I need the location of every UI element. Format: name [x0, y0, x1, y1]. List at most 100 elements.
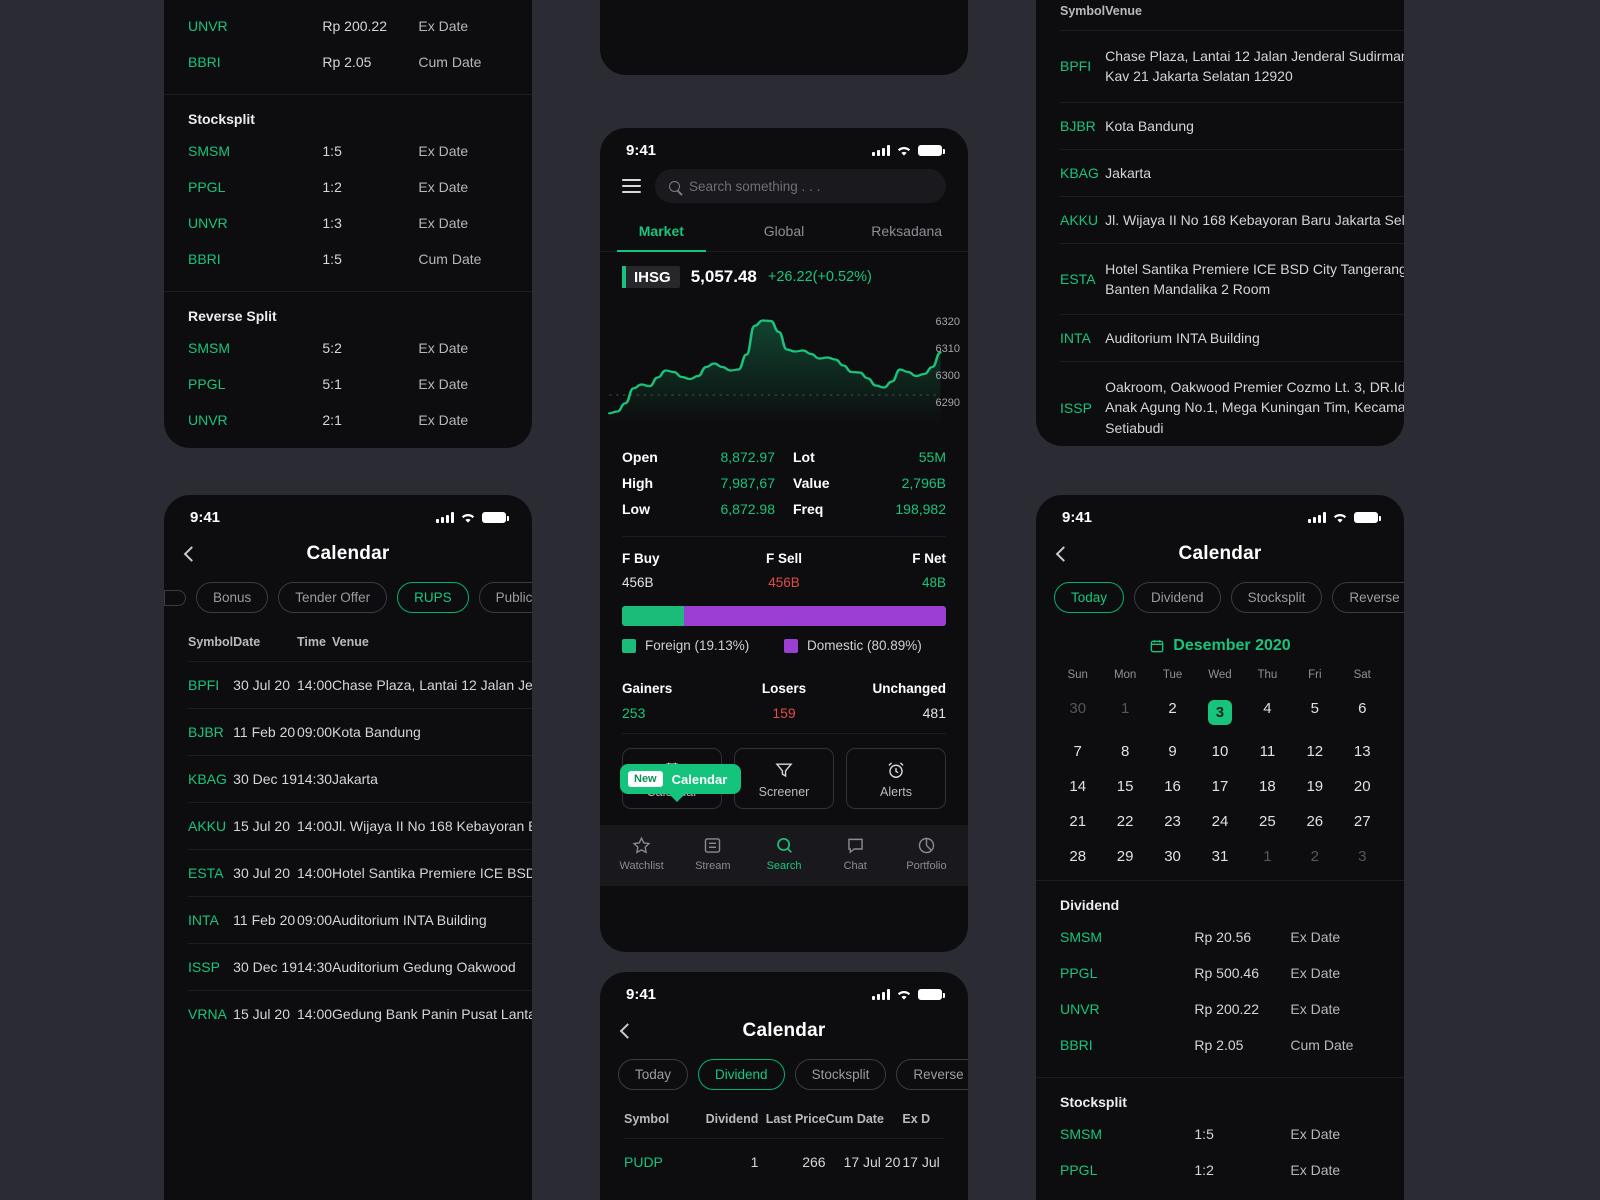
table-row[interactable]: ESTA 30 Jul 20 14:00 Hotel Santika Premiere… [188, 849, 532, 897]
list-item[interactable]: UNVR Rp 200.22 Ex Date [188, 8, 508, 44]
day-cell-selected[interactable]: 3 [1196, 691, 1243, 734]
table-row[interactable]: INTA 11 Feb 20 09:00 Auditorium INTA Buildi… [188, 896, 532, 944]
filter-chip-strip[interactable]: Today Dividend Stocksplit Reverse Split … [1036, 576, 1404, 627]
table-row[interactable]: BJBR Kota Bandung [1060, 101, 1404, 150]
day-cell[interactable]: 3 [1339, 839, 1386, 874]
search-input[interactable]: Search something . . . [655, 169, 946, 203]
table-row[interactable]: ISSP Oakroom, Oakwood Premier Cozmo Lt. 3… [1060, 361, 1404, 446]
chip-partial-left[interactable] [164, 589, 186, 606]
table-row[interactable]: KBAG Jakarta [1060, 148, 1404, 197]
table-row[interactable]: BJBR 11 Feb 20 09:00 Kota Bandung [188, 708, 532, 756]
chip-public-expose[interactable]: Public Expose [478, 582, 532, 613]
list-item[interactable]: PPGL 1:2 Ex Date [1060, 1152, 1380, 1188]
table-row[interactable]: INTA Auditorium INTA Building [1060, 314, 1404, 362]
tab-market[interactable]: Market [600, 213, 723, 252]
chip-rups[interactable]: RUPS [397, 582, 469, 613]
day-cell[interactable]: 17 [1196, 769, 1243, 804]
chip-today[interactable]: Today [618, 1059, 689, 1090]
day-cell[interactable]: 11 [1244, 734, 1291, 769]
table-row[interactable]: VRNA 15 Jul 20 14:00 Gedung Bank Panin Pusa… [188, 990, 532, 1037]
table-row[interactable]: AKKU Jl. Wijaya II No 168 Kebayoran Baru … [1060, 195, 1404, 244]
day-cell[interactable]: 22 [1101, 804, 1148, 839]
tabbar-watchlist[interactable]: Watchlist [606, 835, 677, 872]
chip-stocksplit[interactable]: Stocksplit [1230, 582, 1323, 613]
quick-action-alerts[interactable]: Alerts [846, 748, 946, 809]
list-item[interactable]: SMSM 5:2 Ex Date [188, 330, 508, 366]
chip-tender-offer[interactable]: Tender Offer [278, 582, 388, 613]
day-cell[interactable]: 14 [1054, 769, 1101, 804]
list-item[interactable]: UNVR1:3Ex Date [188, 205, 508, 241]
table-row[interactable]: BPFI 30 Jul 20 14:00 Chase Plaza, Lantai 12… [188, 661, 532, 709]
day-cell[interactable]: 2 [1149, 691, 1196, 734]
list-item[interactable]: PPGL Rp 500.46 Ex Date [1060, 955, 1380, 991]
list-item[interactable]: SMSM Rp 20.56 Ex Date [1060, 919, 1380, 955]
day-cell[interactable]: 23 [1149, 804, 1196, 839]
tab-global[interactable]: Global [723, 213, 846, 251]
day-cell[interactable]: 7 [1054, 734, 1101, 769]
chip-bonus[interactable]: Bonus [196, 582, 269, 613]
list-item[interactable]: PPGL 5:1 Ex Date [188, 366, 508, 402]
table-row[interactable]: KBAG 30 Dec 19 14:30 Jakarta [188, 755, 532, 803]
day-cell[interactable]: 1 [1244, 839, 1291, 874]
day-cell[interactable]: 5 [1291, 691, 1338, 734]
list-item[interactable]: BBRI Rp 2.05 Cum Date [188, 44, 508, 80]
tabbar-chat[interactable]: Chat [820, 835, 891, 872]
day-cell[interactable]: 25 [1244, 804, 1291, 839]
day-cell[interactable]: 12 [1291, 734, 1338, 769]
hamburger-menu-icon[interactable] [622, 179, 641, 193]
day-cell[interactable]: 18 [1244, 769, 1291, 804]
list-item[interactable]: UNVR Rp 200.22 Ex Date [1060, 991, 1380, 1027]
day-cell[interactable]: 29 [1101, 839, 1148, 874]
day-cell[interactable]: 19 [1291, 769, 1338, 804]
list-item[interactable]: UNVR 2:1 Ex Date [188, 402, 508, 438]
list-item[interactable]: BBRI5:1Cum Date [188, 438, 508, 448]
day-cell[interactable]: 1 [1101, 691, 1148, 734]
list-item[interactable]: UNVR1:3Ex Date [1060, 1188, 1380, 1200]
tabbar-portfolio[interactable]: Portfolio [891, 835, 962, 872]
chip-dividend[interactable]: Dividend [698, 1059, 785, 1090]
back-icon[interactable] [1055, 546, 1072, 562]
month-title[interactable]: Desember 2020 [1036, 627, 1404, 669]
day-cell[interactable]: 28 [1054, 839, 1101, 874]
day-cell[interactable]: 26 [1291, 804, 1338, 839]
day-cell[interactable]: 4 [1244, 691, 1291, 734]
day-cell[interactable]: 27 [1339, 804, 1386, 839]
table-row[interactable]: BPFI Chase Plaza, Lantai 12 Jalan Jendera… [1060, 30, 1404, 103]
new-feature-tooltip[interactable]: New Calendar [620, 764, 742, 802]
quick-action-screener[interactable]: Screener [734, 748, 834, 809]
day-cell[interactable]: 15 [1101, 769, 1148, 804]
table-row[interactable]: ISSP 30 Dec 19 14:30 Auditorium Gedung Oakw… [188, 943, 532, 991]
day-cell[interactable]: 31 [1196, 839, 1243, 874]
chip-reverse-split[interactable]: Reverse Split [896, 1059, 968, 1090]
day-cell[interactable]: 21 [1054, 804, 1101, 839]
tab-reksadana[interactable]: Reksadana [845, 213, 968, 251]
table-row[interactable]: AKKU 15 Jul 20 14:00 Jl. Wijaya II No 168 K… [188, 802, 532, 850]
list-item[interactable]: BBRI Rp 2.05 Cum Date [1060, 1027, 1380, 1063]
list-item[interactable]: SMSM 1:5 Ex Date [1060, 1116, 1380, 1152]
day-cell[interactable]: 30 [1149, 839, 1196, 874]
filter-chip-strip[interactable]: Today Dividend Stocksplit Reverse Split … [600, 1053, 968, 1104]
day-cell[interactable]: 13 [1339, 734, 1386, 769]
table-row[interactable]: ESTA Hotel Santika Premiere ICE BSD City … [1060, 242, 1404, 315]
day-cell[interactable]: 16 [1149, 769, 1196, 804]
list-item[interactable]: PPGL 1:2 Ex Date [188, 169, 508, 205]
tabbar-search[interactable]: Search [748, 835, 819, 872]
table-row[interactable]: PUDP 1 266 17 Jul 20 17 Jul [624, 1138, 944, 1185]
day-cell[interactable]: 30 [1054, 691, 1101, 734]
back-icon[interactable] [619, 1023, 636, 1039]
day-cell[interactable]: 20 [1339, 769, 1386, 804]
filter-chip-strip[interactable]: Bonus Tender Offer RUPS Public Expose [164, 576, 532, 627]
day-cell[interactable]: 2 [1291, 839, 1338, 874]
list-item[interactable]: SMSM 1:5 Ex Date [188, 133, 508, 169]
chip-reverse-split[interactable]: Reverse Split [1332, 582, 1404, 613]
day-cell[interactable]: 8 [1101, 734, 1148, 769]
list-item[interactable]: BBRI 1:5 Cum Date [188, 241, 508, 277]
chip-stocksplit[interactable]: Stocksplit [794, 1059, 887, 1090]
day-cell[interactable]: 9 [1149, 734, 1196, 769]
back-icon[interactable] [183, 546, 200, 562]
tabbar-stream[interactable]: Stream [677, 835, 748, 872]
day-cell[interactable]: 6 [1339, 691, 1386, 734]
chip-today[interactable]: Today [1054, 582, 1125, 613]
day-cell[interactable]: 10 [1196, 734, 1243, 769]
day-cell[interactable]: 24 [1196, 804, 1243, 839]
